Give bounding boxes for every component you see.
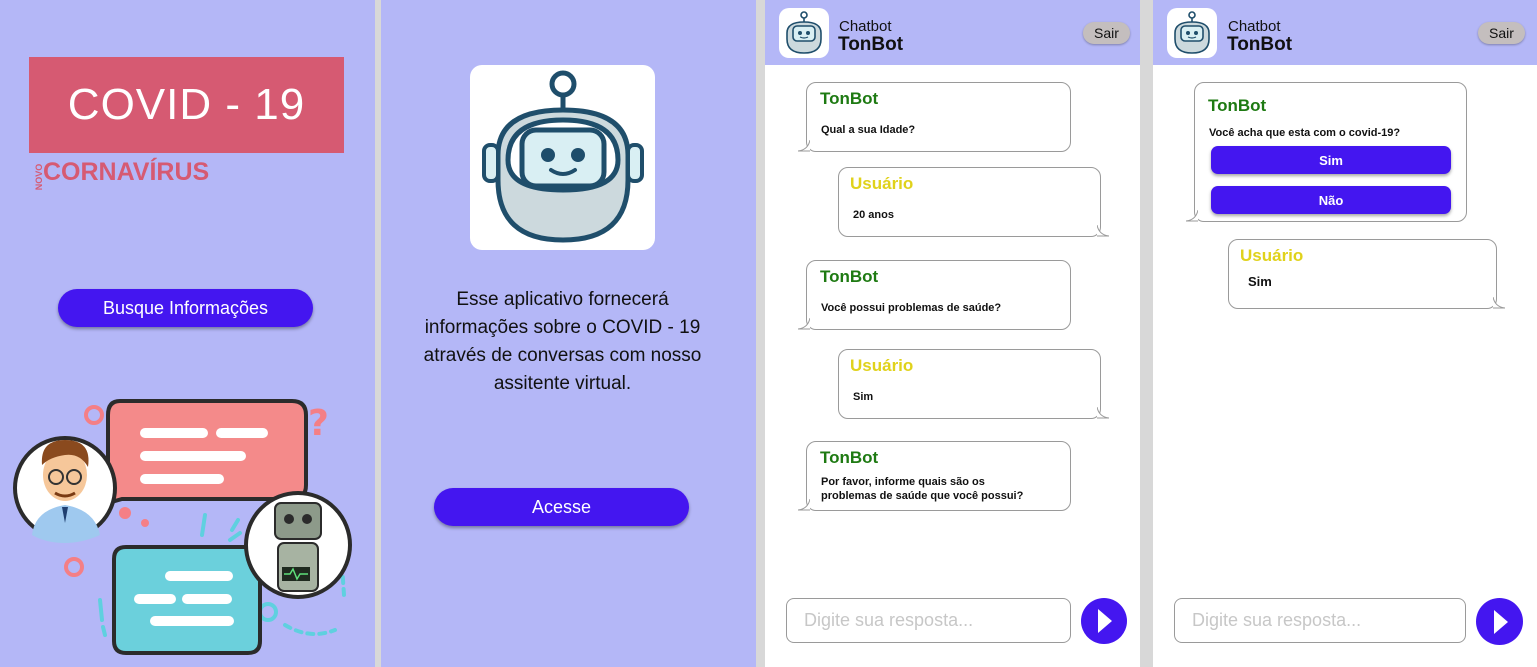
chat-illustration: ? (13, 399, 352, 655)
svg-text:?: ? (308, 403, 329, 444)
message-text: Qual a sua Idade? (821, 124, 916, 136)
header-subtitle: Chatbot (839, 18, 892, 35)
bot-message: TonBot Por favor, informe quais são os p… (798, 441, 1071, 511)
send-arrow-icon (1493, 609, 1508, 634)
chat-screen-1: Chatbot TonBot Sair TonBot Qual a sua Id… (765, 0, 1140, 667)
chat-screen-2: Chatbot TonBot Sair TonBot Você acha que… (1153, 0, 1537, 667)
header-title: TonBot (838, 34, 904, 55)
bubble-tail (1097, 225, 1109, 237)
message-text: Por favor, informe quais são os problema… (821, 475, 1023, 503)
welcome-screen: COVID - 19 NOVO CORNAVÍRUS Busque Inform… (0, 0, 375, 667)
covid-title: COVID - 19 (29, 57, 344, 153)
bubble-tail (798, 499, 810, 511)
message-text: Você possui problemas de saúde? (821, 302, 1002, 314)
robot-icon (1174, 11, 1210, 54)
send-button[interactable] (1476, 598, 1523, 645)
user-message: Usuário Sim (1228, 239, 1505, 309)
sender-name: TonBot (820, 89, 879, 108)
sender-name: Usuário (850, 174, 914, 193)
bot-message: TonBot Você possui problemas de saúde? (798, 260, 1071, 330)
intro-screen: Esse aplicativo fornecerá informações so… (381, 0, 756, 667)
exit-button[interactable]: Sair (1083, 22, 1130, 44)
bot-message: TonBot Você acha que esta com o covid-19… (1186, 82, 1467, 222)
option-yes-button[interactable]: Sim (1211, 146, 1451, 174)
robot-icon (481, 70, 644, 243)
coronavirus-subtitle: CORNAVÍRUS (43, 158, 210, 186)
bubble-tail (798, 140, 810, 152)
message-line: problemas de saúde que você possui? (821, 490, 1024, 502)
message-text: 20 anos (853, 209, 894, 221)
chat-header: Chatbot TonBot Sair (1153, 0, 1537, 65)
bubble-tail (1097, 407, 1109, 419)
bubble-tail (1186, 210, 1198, 222)
message-line: Por favor, informe quais são os (821, 476, 985, 488)
user-message: Usuário 20 anos (838, 167, 1109, 237)
sender-name: Usuário (850, 356, 914, 375)
robot-logo (470, 65, 655, 250)
sender-name: TonBot (820, 448, 879, 467)
search-info-button[interactable]: Busque Informações (58, 289, 313, 327)
message-text: Sim (853, 391, 874, 403)
chat-header: Chatbot TonBot Sair (765, 0, 1140, 65)
send-arrow-icon (1098, 609, 1112, 633)
message-text: Você acha que esta com o covid-19? (1209, 127, 1401, 139)
message-text: Sim (1248, 274, 1272, 289)
app-description: Esse aplicativo fornecerá informações so… (423, 289, 702, 394)
send-button[interactable] (1081, 598, 1127, 644)
sender-name: TonBot (820, 267, 879, 286)
header-title: TonBot (1227, 34, 1293, 55)
bot-avatar (1167, 8, 1217, 58)
access-button[interactable]: Acesse (434, 488, 689, 526)
bubble-tail (1493, 297, 1505, 309)
sender-name: TonBot (1208, 96, 1267, 115)
bubble-tail (798, 318, 810, 330)
robot-icon (786, 11, 822, 54)
bot-message: TonBot Qual a sua Idade? (798, 82, 1071, 152)
exit-button[interactable]: Sair (1478, 22, 1525, 44)
sender-name: Usuário (1240, 246, 1304, 265)
user-message: Usuário Sim (838, 349, 1109, 419)
header-subtitle: Chatbot (1228, 18, 1281, 35)
answer-input[interactable] (1174, 598, 1466, 643)
bot-avatar (779, 8, 829, 58)
answer-input[interactable] (786, 598, 1071, 643)
option-no-button[interactable]: Não (1211, 186, 1451, 214)
